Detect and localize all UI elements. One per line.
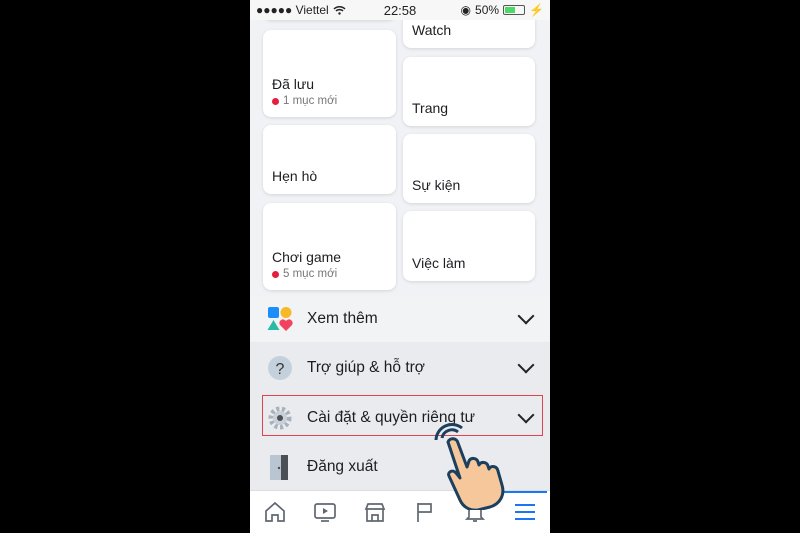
menu-label: Xem thêm [307,310,378,327]
card-label: Đã lưu [272,76,315,92]
card-label: Chơi game [272,249,342,265]
battery-percent: 50% [475,3,500,17]
menu-help-support[interactable]: ? Trợ giúp & hỗ trợ [250,342,550,393]
rotation-lock-icon: ◉ [460,3,472,17]
badge-text: 1 mục mới [283,95,338,107]
svg-text:?: ? [276,361,285,378]
shortcut-events[interactable]: Sự kiện [403,134,535,203]
shortcut-saved[interactable]: Đã lưu 1 mục mới [263,30,396,117]
chevron-down-icon [517,307,535,325]
badge-dot-icon [272,270,279,278]
badge-dot-icon [272,97,279,105]
card-label: Trang [412,100,449,116]
menu-label: Trợ giúp & hỗ trợ [307,358,425,376]
shortcut-jobs[interactable]: Việc làm [403,211,535,281]
card-label: Hẹn hò [272,168,318,184]
shortcut-dating[interactable]: Hẹn hò [263,125,396,194]
card-badge: 5 mục mới [272,268,387,280]
phone-screen: ●●●●● Viettel 22:58 ◉ 50% ⚡ Watch Đã lưu 1 … [250,0,550,533]
shortcut-games[interactable]: Chơi game 5 mục mới [263,203,396,290]
card-badge: 1 mục mới [272,95,387,107]
battery-icon [503,5,526,15]
apps-icon [267,307,293,331]
status-bar: ●●●●● Viettel 22:58 ◉ 50% ⚡ [250,0,550,20]
badge-text: 5 mục mới [283,268,338,280]
home-icon[interactable] [260,497,290,527]
watch-icon[interactable] [310,497,340,527]
logout-door-icon [270,454,288,480]
charging-icon: ⚡ [529,3,544,17]
card-label: Watch [412,22,452,38]
shortcut-pages[interactable]: Trang [403,57,535,126]
marketplace-icon[interactable] [360,497,390,527]
menu-see-more[interactable]: Xem thêm [250,296,550,342]
help-icon: ? [268,355,292,380]
tap-hand-icon [434,423,505,510]
chevron-down-icon [517,356,535,373]
card-label: Sự kiện [412,177,461,193]
card-label: Việc làm [412,255,466,271]
